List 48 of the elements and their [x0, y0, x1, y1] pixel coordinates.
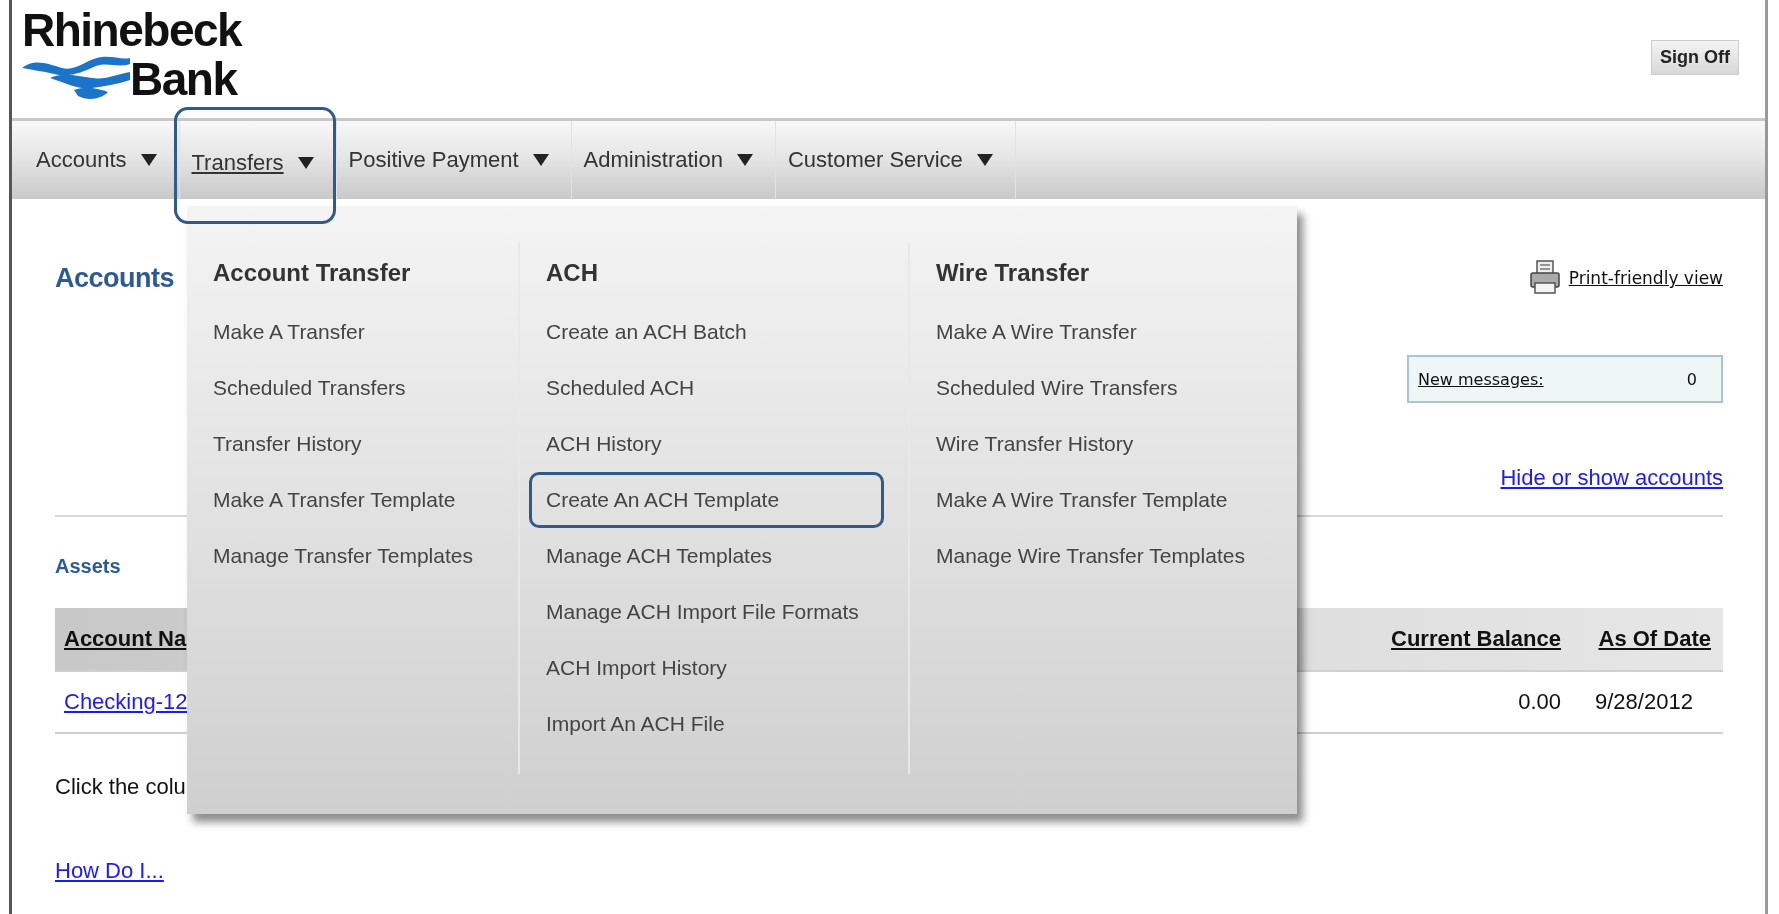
menu-item[interactable]: Make A Transfer Template — [196, 472, 498, 528]
menu-item[interactable]: Scheduled ACH — [529, 360, 884, 416]
section-heading: Assets — [55, 555, 121, 578]
column-header[interactable]: Account Na — [64, 626, 187, 651]
messages-link[interactable]: New messages: — [1418, 369, 1544, 389]
sign-off-button[interactable]: Sign Off — [1651, 40, 1739, 75]
hint-text: Click the colu — [55, 774, 186, 800]
menu-item[interactable]: ACH History — [529, 416, 884, 472]
logo-text: Rhinebeck — [22, 8, 242, 52]
printer-icon — [1528, 259, 1561, 297]
nav-menu-item[interactable]: Accounts — [24, 121, 179, 199]
nav-menu-item[interactable]: Positive Payment — [336, 121, 571, 199]
help-link[interactable]: How Do I... — [55, 858, 164, 884]
caret-icon — [297, 156, 314, 169]
print-friendly-link[interactable]: Print-friendly view — [1568, 268, 1723, 288]
menu-item[interactable]: Wire Transfer History — [919, 416, 1270, 472]
menu-item[interactable]: Make A Wire Transfer Template — [919, 472, 1270, 528]
menu-item[interactable]: Manage ACH Templates — [529, 528, 884, 584]
caret-icon — [140, 154, 157, 166]
account-link[interactable]: Checking-12 — [64, 689, 188, 714]
message-count: 0 — [1686, 369, 1697, 389]
nav-menu-item[interactable]: Customer Service — [775, 121, 1015, 199]
table-cell: 0.00 — [1518, 689, 1561, 714]
menu-item[interactable]: Manage Wire Transfer Templates — [919, 528, 1270, 584]
menu-item[interactable]: Manage Transfer Templates — [196, 528, 498, 584]
menu-item[interactable]: Make A Wire Transfer — [919, 304, 1270, 360]
caret-icon — [736, 154, 753, 166]
page-title: Accounts — [55, 263, 175, 295]
menu-item[interactable]: Create An ACH Template — [529, 472, 884, 528]
table-cell: 9/28/2012 — [1595, 689, 1693, 714]
menu-item[interactable]: Make A Transfer — [196, 304, 498, 360]
menu-item[interactable]: Scheduled Wire Transfers — [919, 360, 1270, 416]
menu-heading: Wire Transfer — [936, 258, 1090, 288]
menu-item[interactable]: Import An ACH File — [529, 696, 884, 752]
menu-item[interactable]: Manage ACH Import File Formats — [529, 584, 884, 640]
menu-item[interactable]: Create an ACH Batch — [529, 304, 884, 360]
menu-item[interactable]: Scheduled Transfers — [196, 360, 498, 416]
column-header[interactable]: As Of Date — [1598, 626, 1711, 651]
hide-show-accounts-link[interactable]: Hide or show accounts — [1500, 465, 1723, 491]
menu-item[interactable]: ACH Import History — [529, 640, 884, 696]
column-header[interactable]: Current Balance — [1391, 626, 1561, 651]
menu-heading: Account Transfer — [213, 258, 411, 288]
caret-icon — [976, 154, 993, 166]
logo-text: Bank — [130, 57, 237, 101]
nav-menu-item[interactable]: Administration — [571, 121, 775, 199]
caret-icon — [532, 154, 549, 166]
menu-item[interactable]: Transfer History — [196, 416, 498, 472]
menu-heading: ACH — [546, 258, 598, 288]
